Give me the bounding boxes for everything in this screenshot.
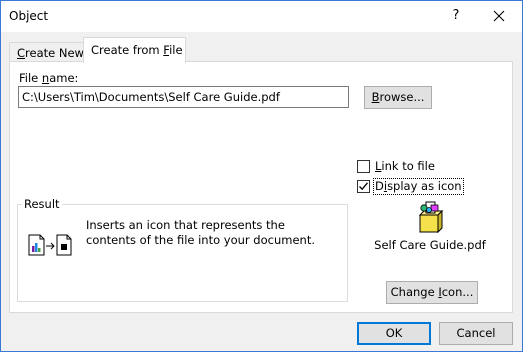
result-legend: Result bbox=[22, 197, 62, 211]
file-name-label-suffix: ame: bbox=[49, 71, 79, 85]
close-icon bbox=[493, 10, 505, 22]
link-to-file-box[interactable] bbox=[357, 160, 370, 173]
tab-create-from-file-prefix: Create from bbox=[91, 43, 164, 57]
package-file-icon bbox=[412, 199, 448, 235]
change-icon-button[interactable]: Change Icon... bbox=[386, 281, 478, 304]
change-icon-button-prefix: Change bbox=[390, 285, 439, 299]
file-name-input[interactable] bbox=[18, 86, 349, 108]
dialog-title: Object bbox=[9, 9, 49, 23]
display-as-icon-box[interactable] bbox=[357, 180, 370, 193]
checkmark-icon bbox=[359, 182, 369, 191]
display-as-icon-label-suffix: splay as icon bbox=[387, 179, 462, 193]
close-button[interactable] bbox=[487, 4, 511, 28]
tab-create-from-file[interactable]: Create from File bbox=[83, 37, 186, 63]
object-dialog: Object ? Create New Create from File Fil… bbox=[0, 0, 523, 352]
link-to-file-label: Link to file bbox=[374, 159, 436, 174]
result-description: Inserts an icon that represents the cont… bbox=[86, 218, 315, 247]
icon-caption: Self Care Guide.pdf bbox=[374, 238, 486, 252]
create-from-file-panel: File name: Browse... Link to file Displa… bbox=[9, 61, 513, 313]
file-name-label-prefix: File bbox=[19, 71, 42, 85]
title-bar: Object ? bbox=[1, 1, 522, 32]
tab-create-from-file-suffix: ile bbox=[169, 43, 183, 57]
result-group: Result Inserts an icon that represents t… bbox=[17, 197, 348, 302]
display-as-icon-label-prefix: D bbox=[375, 179, 384, 193]
tab-strip: Create New Create from File bbox=[1, 32, 522, 63]
change-icon-button-suffix: con... bbox=[441, 285, 474, 299]
display-as-icon-label: Display as icon bbox=[373, 178, 464, 195]
browse-button[interactable]: Browse... bbox=[364, 86, 432, 109]
help-button[interactable]: ? bbox=[444, 4, 468, 28]
link-to-file-label-suffix: ink to file bbox=[381, 159, 435, 173]
file-name-label: File name: bbox=[19, 71, 78, 85]
insert-as-icon-result-icon bbox=[26, 233, 82, 257]
tab-create-new-accel: C bbox=[17, 46, 26, 60]
browse-button-suffix: rowse... bbox=[379, 90, 425, 104]
tab-create-new[interactable]: Create New bbox=[9, 42, 84, 62]
tab-create-new-suffix: reate New bbox=[25, 46, 84, 60]
ok-button[interactable]: OK bbox=[357, 322, 431, 345]
cancel-button[interactable]: Cancel bbox=[439, 322, 513, 345]
